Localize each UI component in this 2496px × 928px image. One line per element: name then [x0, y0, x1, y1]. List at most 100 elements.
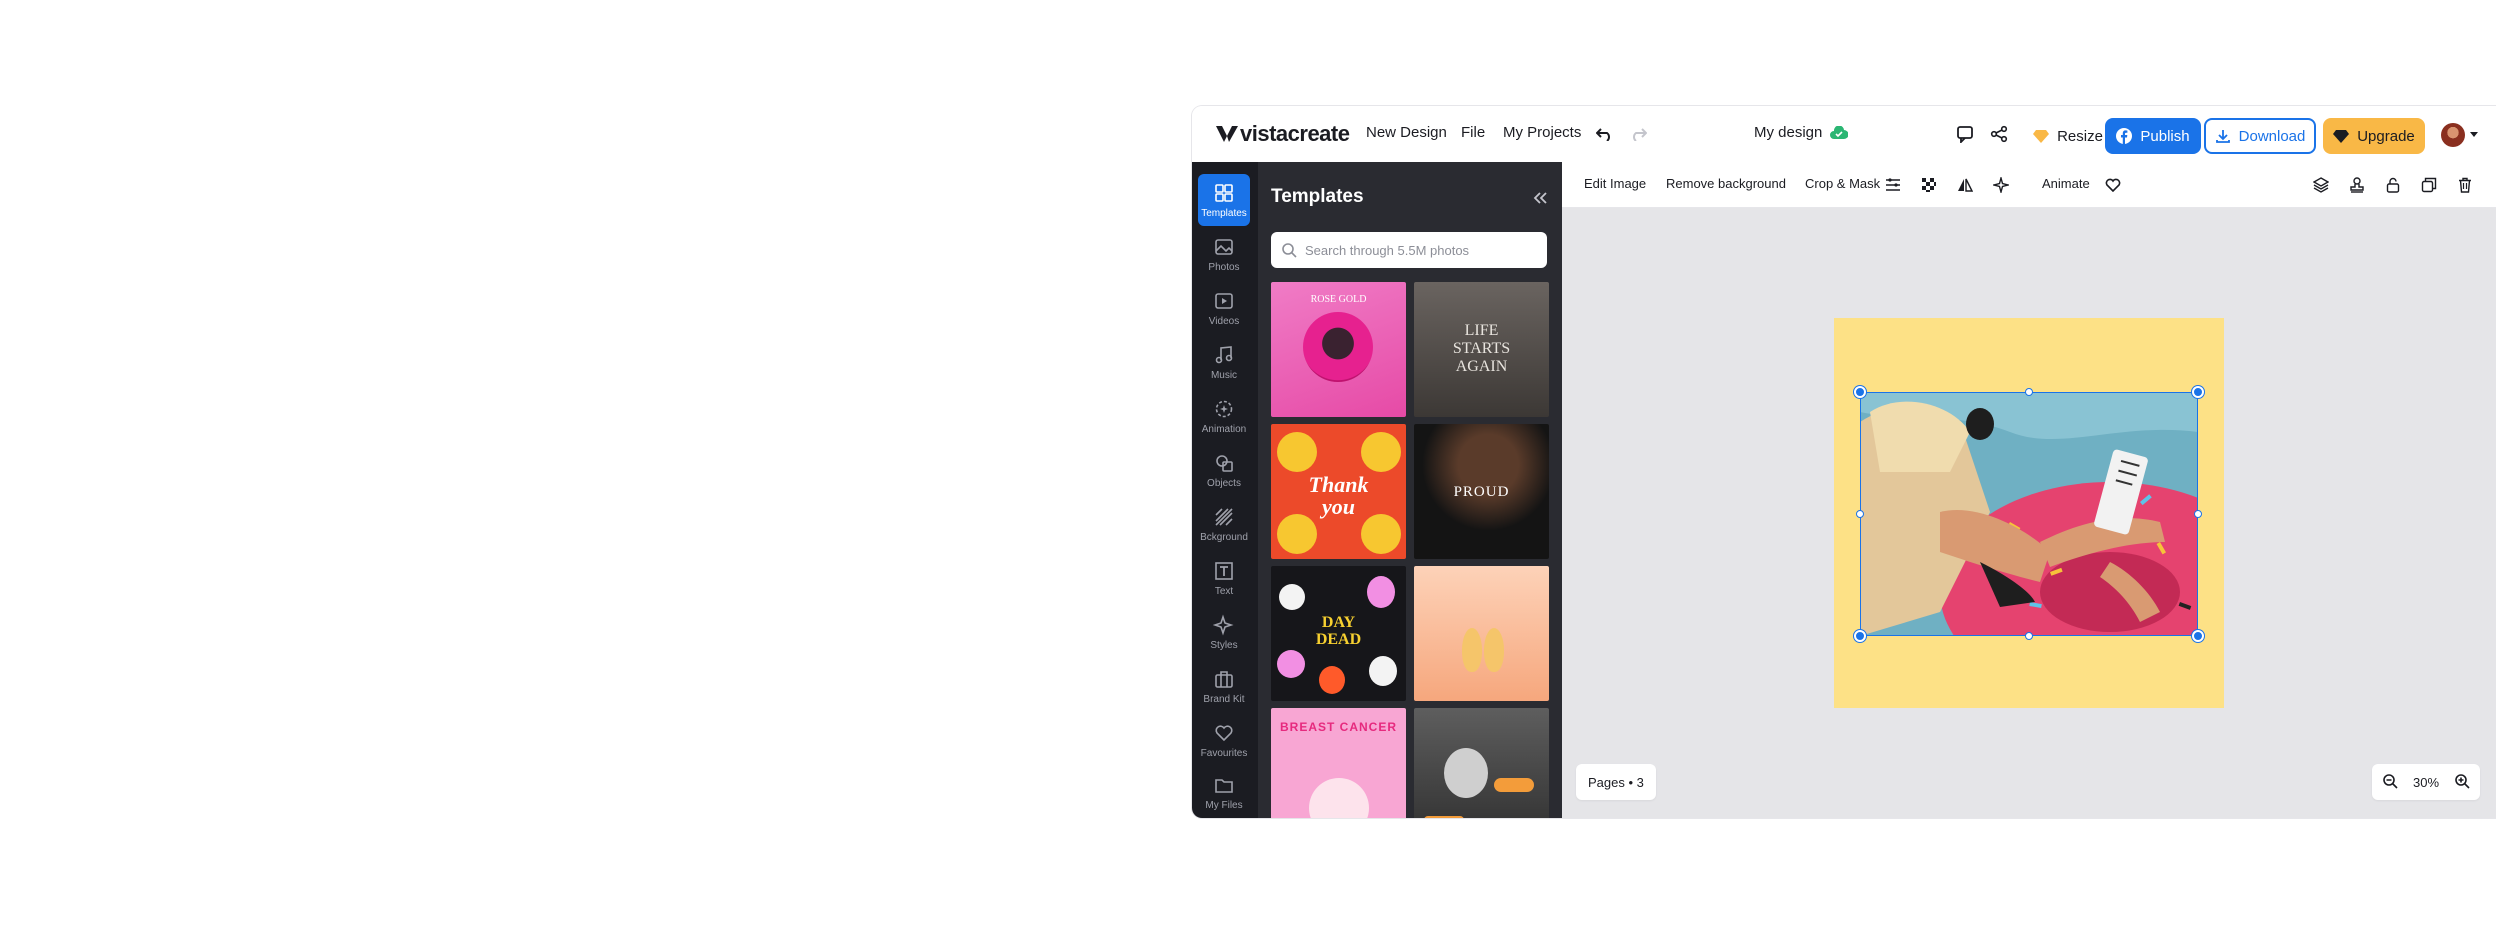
animate-button[interactable]: Animate	[2042, 176, 2090, 191]
publish-button[interactable]: Publish	[2105, 118, 2201, 154]
sidebar-item-styles[interactable]: Styles	[1198, 606, 1250, 658]
layers-icon[interactable]	[2310, 174, 2332, 196]
crop-mask-button[interactable]: Crop & Mask	[1805, 176, 1880, 191]
resize-handle-bottom-right[interactable]	[2192, 630, 2204, 642]
magic-sparkle-icon[interactable]	[1990, 174, 2012, 196]
left-rail: Templates Photos Videos Music Animation …	[1192, 162, 1258, 818]
resize-handle-top[interactable]	[2025, 388, 2033, 396]
sidebar-item-my-files[interactable]: My Files	[1198, 766, 1250, 818]
document-title[interactable]: My design	[1754, 124, 1849, 141]
lock-icon[interactable]	[2382, 174, 2404, 196]
undo-icon[interactable]	[1591, 120, 1619, 148]
menu-my-projects[interactable]: My Projects	[1503, 124, 1581, 141]
share-icon[interactable]	[1985, 120, 2013, 148]
search-input[interactable]	[1305, 242, 1535, 258]
sidebar-item-text[interactable]: Text	[1198, 552, 1250, 604]
canvas-area[interactable]: Pages • 3 30%	[1562, 208, 2496, 818]
zoom-control: 30%	[2372, 764, 2480, 800]
sidebar-item-label: Photos	[1208, 261, 1240, 273]
resize-handle-top-right[interactable]	[2192, 386, 2204, 398]
sidebar-item-label: My Files	[1205, 799, 1243, 811]
template-thumbnail[interactable]: ROSE GOLD	[1271, 282, 1406, 417]
remove-background-button[interactable]: Remove background	[1666, 176, 1786, 191]
template-thumb-text: LIFE STARTS AGAIN	[1452, 322, 1511, 375]
flip-icon[interactable]	[1954, 174, 1976, 196]
sidebar-item-label: Bckground	[1200, 531, 1248, 543]
shapes-icon	[1216, 454, 1233, 472]
stamp-icon[interactable]	[2346, 174, 2368, 196]
brand-logo[interactable]: vistacreate	[1214, 121, 1350, 146]
filter-adjust-icon[interactable]	[1882, 174, 1904, 196]
template-thumb-text: PROUD	[1453, 484, 1510, 500]
resize-handle-top-left[interactable]	[1854, 386, 1866, 398]
resize-handle-right[interactable]	[2194, 510, 2202, 518]
template-thumb-art	[1361, 514, 1401, 554]
resize-handle-bottom[interactable]	[2025, 632, 2033, 640]
template-thumb-art	[1277, 514, 1317, 554]
comment-icon[interactable]	[1951, 120, 1979, 148]
sidebar-item-brand-kit[interactable]: Brand Kit	[1198, 660, 1250, 712]
template-thumbnail[interactable]: BREAST CANCER	[1271, 708, 1406, 818]
music-note-icon	[1215, 345, 1233, 363]
publish-label: Publish	[2140, 127, 2190, 145]
diamond-icon	[2033, 130, 2050, 143]
context-toolbar: Edit Image Remove background Crop & Mask…	[1562, 162, 2496, 208]
download-button[interactable]: Download	[2204, 118, 2316, 154]
animation-icon	[1215, 400, 1233, 417]
template-thumbnail[interactable]: LIFE STARTS AGAIN	[1414, 282, 1549, 417]
search-box[interactable]	[1271, 232, 1547, 268]
sidebar-item-objects[interactable]: Objects	[1198, 444, 1250, 496]
zoom-out-icon[interactable]	[2382, 773, 2398, 792]
edit-image-button[interactable]: Edit Image	[1584, 176, 1646, 191]
sidebar-item-templates[interactable]: Templates	[1198, 174, 1250, 226]
template-thumb-art	[1303, 312, 1373, 382]
template-thumb-art	[1279, 584, 1305, 610]
zoom-in-icon[interactable]	[2454, 773, 2470, 792]
template-thumb-art	[1309, 778, 1369, 818]
sidebar-item-music[interactable]: Music	[1198, 336, 1250, 388]
template-thumb-art	[1462, 628, 1482, 672]
background-icon	[1215, 507, 1233, 526]
image-icon	[1215, 238, 1233, 255]
resize-button[interactable]: Resize	[2028, 118, 2108, 154]
pages-button[interactable]: Pages • 3	[1576, 764, 1656, 800]
sidebar-item-videos[interactable]: Videos	[1198, 282, 1250, 334]
play-icon	[1215, 292, 1233, 309]
diamond-icon	[2333, 130, 2350, 143]
redo-icon[interactable]	[1624, 120, 1652, 148]
chevron-down-icon[interactable]	[2470, 132, 2478, 137]
sidebar-item-photos[interactable]: Photos	[1198, 228, 1250, 280]
menu-new-design[interactable]: New Design	[1366, 124, 1447, 141]
template-thumb-art	[1319, 666, 1345, 694]
sidebar-item-favourites[interactable]: Favourites	[1198, 714, 1250, 766]
menu-file[interactable]: File	[1461, 124, 1485, 141]
template-thumbnail[interactable]: PROUD	[1414, 424, 1549, 559]
sidebar-item-background[interactable]: Bckground	[1198, 498, 1250, 550]
transparency-icon[interactable]	[1918, 174, 1940, 196]
template-thumbnail[interactable]: Thank you	[1271, 424, 1406, 559]
resize-label: Resize	[2057, 127, 2103, 145]
collapse-panel-icon[interactable]	[1528, 186, 1552, 210]
heart-icon	[1215, 724, 1233, 741]
template-thumb-art	[1277, 432, 1317, 472]
avatar[interactable]	[2441, 123, 2465, 147]
heart-icon[interactable]	[2102, 174, 2124, 196]
template-thumbnail[interactable]	[1414, 566, 1549, 701]
sidebar-item-label: Videos	[1208, 315, 1240, 327]
upgrade-button[interactable]: Upgrade	[2323, 118, 2425, 154]
template-thumbnail[interactable]	[1414, 708, 1549, 818]
zoom-level[interactable]: 30%	[2413, 775, 2439, 790]
resize-handle-left[interactable]	[1856, 510, 1864, 518]
artboard[interactable]	[1834, 318, 2224, 708]
sidebar-item-animation[interactable]: Animation	[1198, 390, 1250, 442]
sidebar-item-label: Favourites	[1200, 747, 1248, 759]
sidebar-item-label: Text	[1214, 585, 1234, 597]
selection-frame[interactable]	[1860, 392, 2198, 636]
resize-handle-bottom-left[interactable]	[1854, 630, 1866, 642]
duplicate-icon[interactable]	[2418, 174, 2440, 196]
search-icon	[1282, 243, 1297, 258]
trash-icon[interactable]	[2454, 174, 2476, 196]
editor-window: vistacreate New Design File My Projects …	[1192, 106, 2496, 818]
template-thumb-art	[1367, 576, 1395, 608]
template-thumbnail[interactable]: DAY DEAD	[1271, 566, 1406, 701]
